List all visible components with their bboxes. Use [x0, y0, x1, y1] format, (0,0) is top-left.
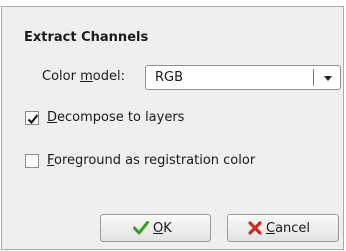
- cancel-button[interactable]: Cancel: [227, 214, 339, 242]
- dropdown-separator: [313, 69, 314, 86]
- foreground-checkbox[interactable]: [25, 154, 39, 168]
- color-model-value: RGB: [155, 70, 184, 85]
- decompose-label-rest: ecompose to layers: [57, 110, 185, 125]
- decompose-mnemonic: D: [47, 110, 58, 125]
- checkmark-icon: [27, 114, 39, 125]
- decompose-label: Decompose to layers: [47, 110, 184, 125]
- ok-button-label: OK: [153, 221, 172, 236]
- foreground-label: Foreground as registration color: [47, 153, 255, 168]
- cancel-label-rest: ancel: [275, 221, 311, 236]
- chevron-down-icon[interactable]: [324, 76, 332, 81]
- ok-button[interactable]: OK: [100, 214, 211, 242]
- cancel-button-label: Cancel: [266, 221, 310, 236]
- color-model-dropdown[interactable]: RGB: [145, 65, 341, 90]
- extract-channels-dialog: Extract Channels Color model: RGB Decomp…: [1, 6, 344, 250]
- ok-label-rest: K: [163, 221, 172, 236]
- color-model-label-mnemonic: m: [80, 69, 93, 84]
- cancel-mnemonic: C: [266, 221, 276, 236]
- decompose-checkbox[interactable]: [25, 111, 39, 125]
- color-model-label-prefix: Color: [42, 69, 81, 84]
- foreground-mnemonic: F: [47, 153, 55, 168]
- checkmark-icon: [133, 221, 149, 235]
- ok-mnemonic: O: [153, 221, 164, 236]
- color-model-label: Color model:: [42, 69, 125, 84]
- dialog-title: Extract Channels: [24, 30, 149, 45]
- red-x-icon: [248, 221, 262, 235]
- foreground-label-rest: oreground as registration color: [54, 153, 256, 168]
- color-model-label-suffix: odel:: [92, 69, 125, 84]
